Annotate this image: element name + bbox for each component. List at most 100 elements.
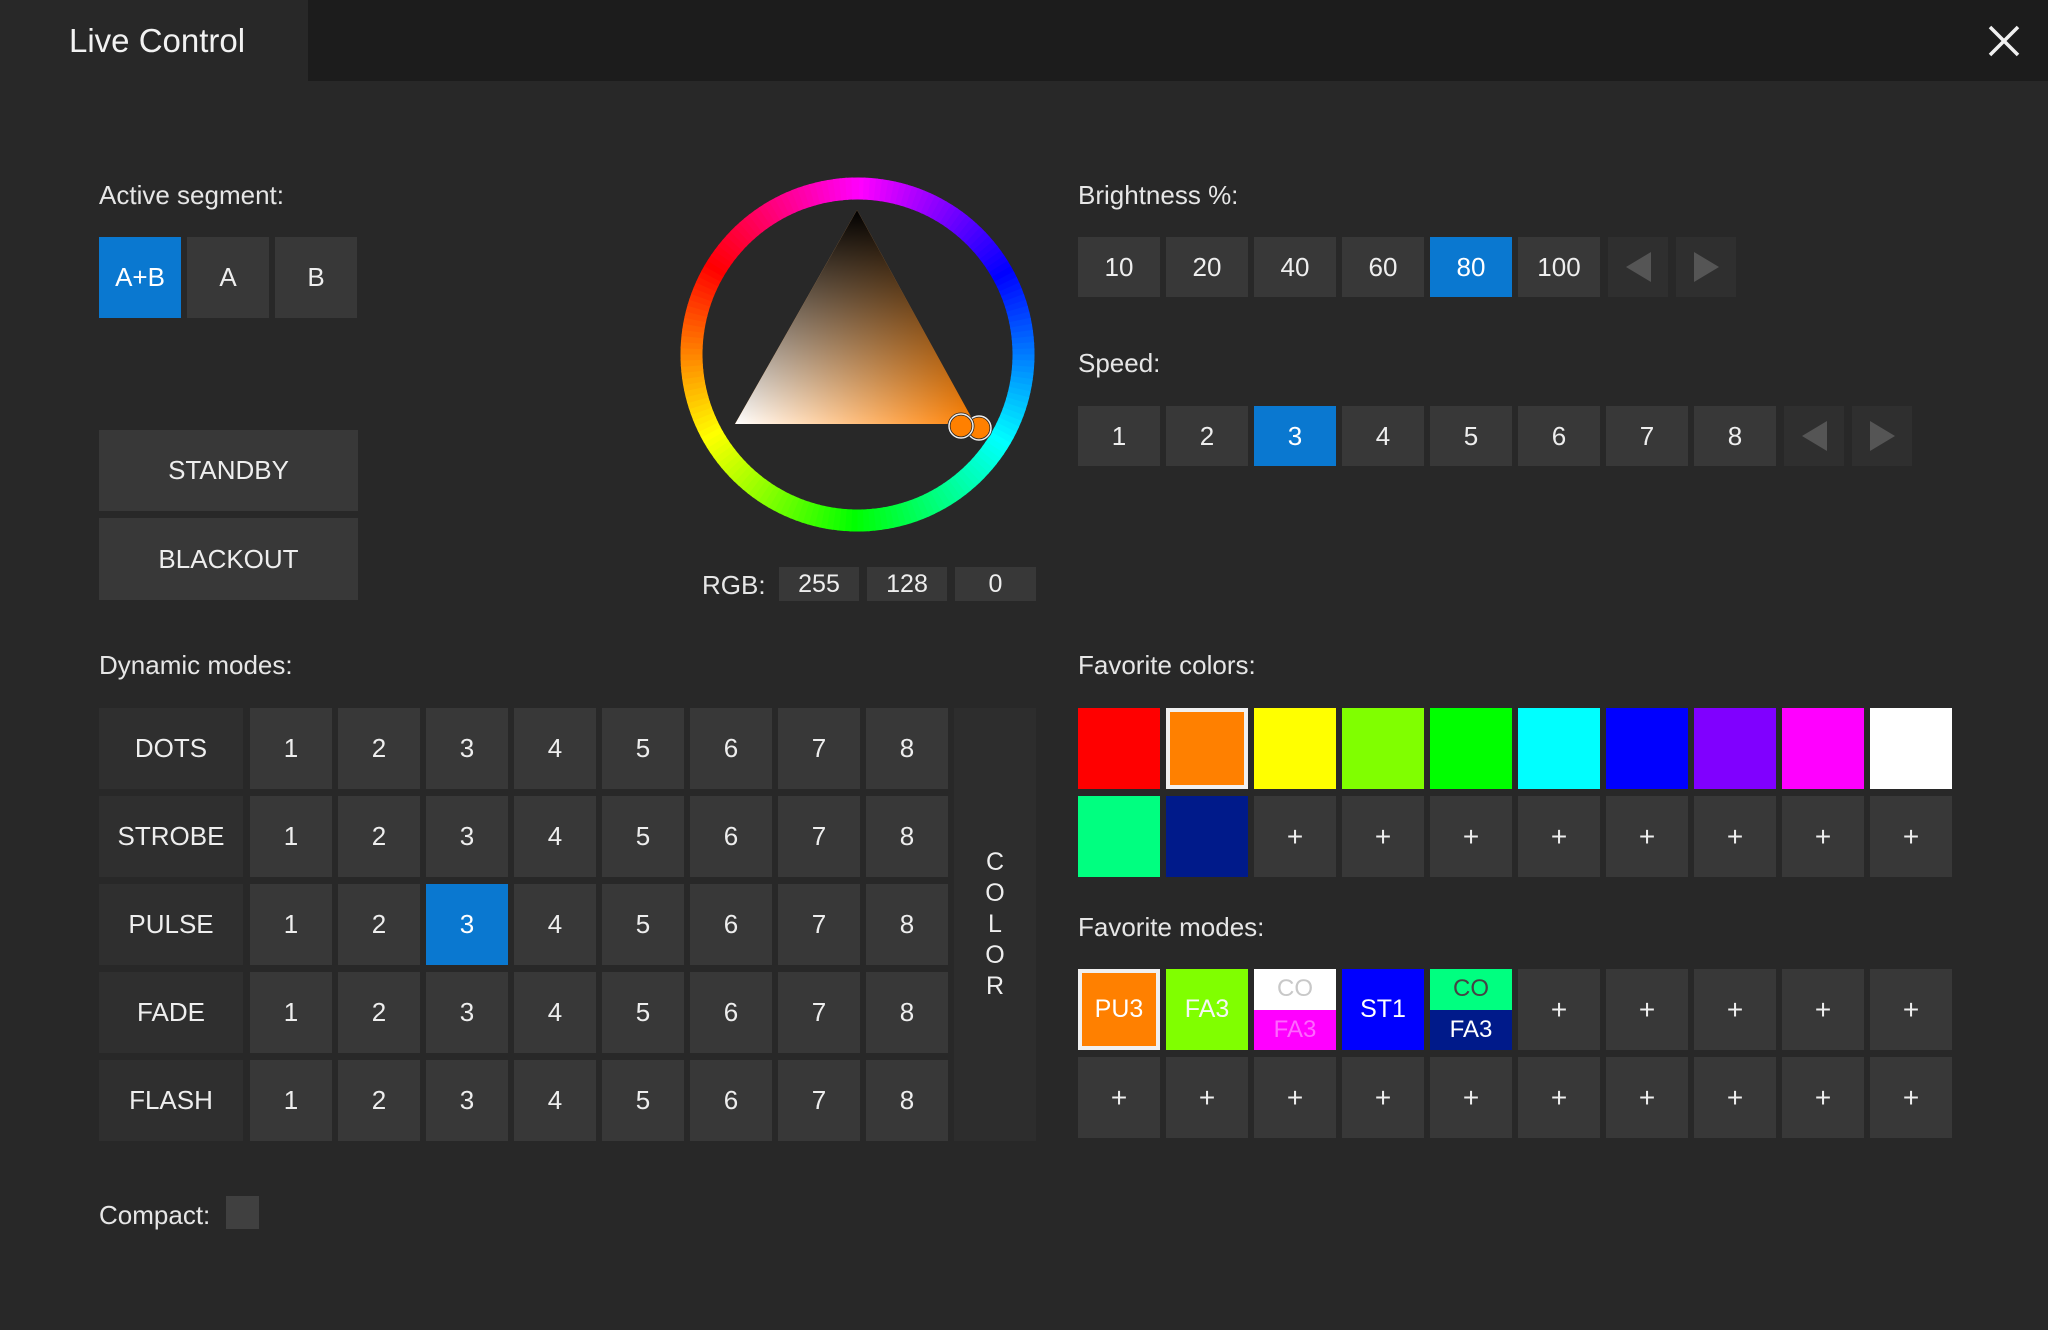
mode-level-button[interactable]: 6 (690, 796, 772, 877)
favorite-color-swatch[interactable] (1518, 708, 1600, 789)
speed-button[interactable]: 6 (1518, 406, 1600, 466)
favorite-color-swatch[interactable] (1430, 708, 1512, 789)
mode-level-button[interactable]: 2 (338, 708, 420, 789)
add-favorite-mode-button[interactable]: + (1870, 1057, 1952, 1138)
favorite-mode-item[interactable]: FA3 (1166, 969, 1248, 1050)
add-favorite-mode-button[interactable]: + (1518, 969, 1600, 1050)
mode-level-button[interactable]: 1 (250, 884, 332, 965)
standby-button[interactable]: STANDBY (99, 430, 358, 511)
mode-level-button[interactable]: 2 (338, 884, 420, 965)
favorite-mode-item[interactable]: ST1 (1342, 969, 1424, 1050)
mode-level-button[interactable]: 3 (426, 884, 508, 965)
speed-button[interactable]: 5 (1430, 406, 1512, 466)
mode-name-fade[interactable]: FADE (99, 972, 243, 1053)
mode-level-button[interactable]: 3 (426, 972, 508, 1053)
mode-level-button[interactable]: 1 (250, 1060, 332, 1141)
add-favorite-color-button[interactable]: + (1342, 796, 1424, 877)
mode-level-button[interactable]: 5 (602, 884, 684, 965)
mode-level-button[interactable]: 4 (514, 884, 596, 965)
mode-level-button[interactable]: 5 (602, 1060, 684, 1141)
mode-level-button[interactable]: 4 (514, 972, 596, 1053)
brightness-button[interactable]: 40 (1254, 237, 1336, 297)
add-favorite-color-button[interactable]: + (1782, 796, 1864, 877)
mode-level-button[interactable]: 2 (338, 796, 420, 877)
favorite-color-swatch[interactable] (1342, 708, 1424, 789)
add-favorite-color-button[interactable]: + (1606, 796, 1688, 877)
favorite-color-swatch[interactable] (1166, 708, 1248, 789)
mode-level-button[interactable]: 7 (778, 884, 860, 965)
speed-button[interactable]: 1 (1078, 406, 1160, 466)
speed-button[interactable]: 4 (1342, 406, 1424, 466)
add-favorite-mode-button[interactable]: + (1694, 969, 1776, 1050)
color-wheel[interactable] (675, 172, 1040, 537)
close-button[interactable] (1984, 21, 2024, 61)
favorite-mode-item[interactable]: CO FA3 (1430, 969, 1512, 1050)
speed-prev-button[interactable] (1784, 406, 1844, 466)
favorite-mode-item[interactable]: CO FA3 (1254, 969, 1336, 1050)
mode-level-button[interactable]: 6 (690, 884, 772, 965)
add-favorite-color-button[interactable]: + (1518, 796, 1600, 877)
rgb-green-field[interactable]: 128 (867, 567, 947, 601)
mode-level-button[interactable]: 3 (426, 708, 508, 789)
add-favorite-mode-button[interactable]: + (1606, 969, 1688, 1050)
mode-level-button[interactable]: 1 (250, 708, 332, 789)
favorite-color-swatch[interactable] (1166, 796, 1248, 877)
brightness-button[interactable]: 60 (1342, 237, 1424, 297)
segment-button[interactable]: A (187, 237, 269, 318)
blackout-button[interactable]: BLACKOUT (99, 518, 358, 600)
add-favorite-color-button[interactable]: + (1430, 796, 1512, 877)
mode-level-button[interactable]: 4 (514, 796, 596, 877)
mode-level-button[interactable]: 5 (602, 796, 684, 877)
add-favorite-mode-button[interactable]: + (1782, 1057, 1864, 1138)
brightness-next-button[interactable] (1676, 237, 1736, 297)
brightness-button[interactable]: 10 (1078, 237, 1160, 297)
add-favorite-mode-button[interactable]: + (1694, 1057, 1776, 1138)
compact-checkbox[interactable] (226, 1196, 259, 1229)
rgb-blue-field[interactable]: 0 (955, 567, 1036, 601)
mode-level-button[interactable]: 4 (514, 1060, 596, 1141)
color-mode-button[interactable]: COLOR (954, 708, 1036, 1141)
favorite-color-swatch[interactable] (1782, 708, 1864, 789)
mode-level-button[interactable]: 6 (690, 1060, 772, 1141)
mode-level-button[interactable]: 6 (690, 972, 772, 1053)
mode-level-button[interactable]: 2 (338, 1060, 420, 1141)
speed-button[interactable]: 7 (1606, 406, 1688, 466)
favorite-color-swatch[interactable] (1254, 708, 1336, 789)
add-favorite-mode-button[interactable]: + (1870, 969, 1952, 1050)
add-favorite-mode-button[interactable]: + (1518, 1057, 1600, 1138)
mode-level-button[interactable]: 4 (514, 708, 596, 789)
add-favorite-mode-button[interactable]: + (1342, 1057, 1424, 1138)
segment-button[interactable]: B (275, 237, 357, 318)
brightness-button[interactable]: 100 (1518, 237, 1600, 297)
favorite-color-swatch[interactable] (1078, 796, 1160, 877)
mode-name-pulse[interactable]: PULSE (99, 884, 243, 965)
mode-level-button[interactable]: 7 (778, 1060, 860, 1141)
favorite-color-swatch[interactable] (1870, 708, 1952, 789)
mode-level-button[interactable]: 8 (866, 884, 948, 965)
mode-level-button[interactable]: 6 (690, 708, 772, 789)
mode-level-button[interactable]: 1 (250, 972, 332, 1053)
mode-level-button[interactable]: 5 (602, 972, 684, 1053)
mode-name-dots[interactable]: DOTS (99, 708, 243, 789)
mode-level-button[interactable]: 7 (778, 972, 860, 1053)
add-favorite-mode-button[interactable]: + (1078, 1057, 1160, 1138)
add-favorite-color-button[interactable]: + (1254, 796, 1336, 877)
mode-level-button[interactable]: 5 (602, 708, 684, 789)
mode-name-flash[interactable]: FLASH (99, 1060, 243, 1141)
favorite-color-swatch[interactable] (1078, 708, 1160, 789)
add-favorite-mode-button[interactable]: + (1606, 1057, 1688, 1138)
brightness-prev-button[interactable] (1608, 237, 1668, 297)
speed-button[interactable]: 3 (1254, 406, 1336, 466)
add-favorite-mode-button[interactable]: + (1254, 1057, 1336, 1138)
mode-level-button[interactable]: 8 (866, 1060, 948, 1141)
mode-level-button[interactable]: 1 (250, 796, 332, 877)
brightness-button[interactable]: 80 (1430, 237, 1512, 297)
brightness-button[interactable]: 20 (1166, 237, 1248, 297)
mode-level-button[interactable]: 2 (338, 972, 420, 1053)
add-favorite-mode-button[interactable]: + (1166, 1057, 1248, 1138)
mode-level-button[interactable]: 8 (866, 796, 948, 877)
speed-button[interactable]: 8 (1694, 406, 1776, 466)
mode-level-button[interactable]: 3 (426, 796, 508, 877)
favorite-mode-item[interactable]: PU3 (1078, 969, 1160, 1050)
mode-level-button[interactable]: 7 (778, 708, 860, 789)
